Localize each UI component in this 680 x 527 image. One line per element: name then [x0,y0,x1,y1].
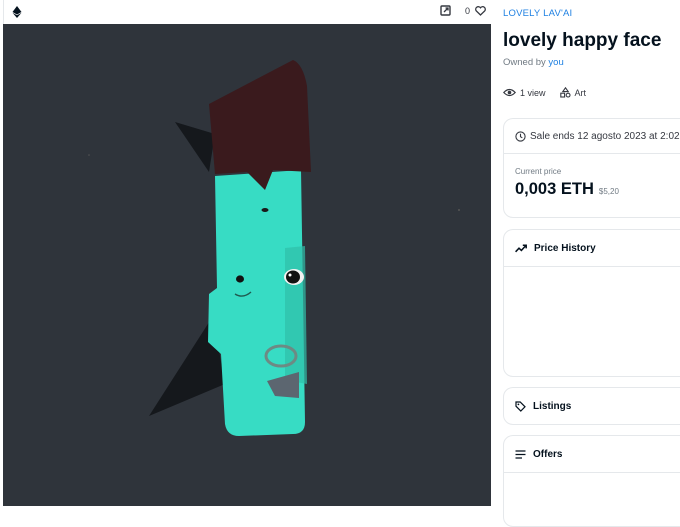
media-actions: 0 [440,5,486,16]
views-stat: 1 view [503,88,546,98]
price-history-title: Price History [534,242,596,254]
current-price-label: Current price [515,167,562,176]
heart-icon[interactable] [475,5,486,16]
tag-icon [515,400,526,412]
ethereum-icon [12,6,22,18]
listings-title: Listings [533,400,572,412]
offers-panel: Offers [503,435,680,527]
item-title: lovely happy face [503,30,662,51]
sale-header: Sale ends 12 agosto 2023 at 2:02 PM [504,119,680,154]
current-price: 0,003 ETH $5,20 [515,180,619,199]
sale-end-text: Sale ends 12 agosto 2023 at 2:02 PM [530,130,680,142]
price-history-panel: Price History [503,229,680,377]
nft-artwork[interactable] [3,24,491,506]
owner-prefix: Owned by [503,57,546,68]
views-count: 1 view [520,87,546,98]
listings-panel: Listings [503,387,680,425]
artwork-eye-left [236,275,244,283]
shapes-icon [559,87,571,98]
listings-header[interactable]: Listings [504,388,680,424]
eye-icon [503,88,516,97]
collection-link[interactable]: LOVELY LAV'AI [503,8,572,19]
sale-card: Sale ends 12 agosto 2023 at 2:02 PM Curr… [503,118,680,218]
price-usd: $5,20 [598,187,619,196]
item-stats: 1 view Art [503,87,600,98]
owner-link[interactable]: you [548,57,563,68]
artwork-image [3,24,491,506]
price-history-header[interactable]: Price History [504,230,680,267]
owner-line: Owned by you [503,57,564,68]
offers-header[interactable]: Offers [504,436,680,473]
favorites-count: 0 [464,5,470,16]
category-stat[interactable]: Art [559,87,587,98]
price-eth: 0,003 ETH [515,180,594,198]
clock-icon [515,130,526,142]
media-header: 0 [3,0,492,24]
list-icon [515,449,526,459]
trending-icon [515,243,527,252]
category-label: Art [574,87,587,98]
open-external-icon[interactable] [440,5,451,16]
offers-title: Offers [533,448,563,460]
